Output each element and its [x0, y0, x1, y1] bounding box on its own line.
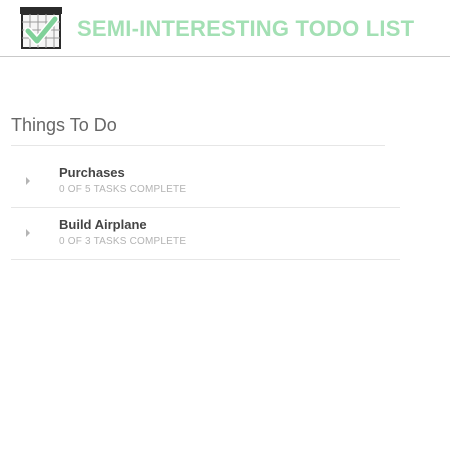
todo-lists: Purchases 0 OF 5 TASKS COMPLETE Build Ai…	[11, 156, 400, 260]
checklist-calendar-icon	[18, 5, 64, 51]
main-content: Things To Do Purchases 0 OF 5 TASKS COMP…	[11, 115, 400, 260]
section-title: Things To Do	[11, 115, 385, 146]
list-item-name[interactable]: Build Airplane	[59, 217, 147, 232]
app-header: SEMI-INTERESTING TODO LIST	[0, 0, 450, 57]
caret-right-icon[interactable]	[26, 229, 30, 237]
app-title: SEMI-INTERESTING TODO LIST	[77, 16, 415, 41]
list-item-status: 0 OF 3 TASKS COMPLETE	[59, 236, 187, 247]
list-item-status: 0 OF 5 TASKS COMPLETE	[59, 184, 187, 195]
list-item-name[interactable]: Purchases	[59, 165, 125, 180]
caret-right-icon[interactable]	[26, 177, 30, 185]
list-item-purchases[interactable]: Purchases 0 OF 5 TASKS COMPLETE	[11, 156, 400, 208]
list-item-build-airplane[interactable]: Build Airplane 0 OF 3 TASKS COMPLETE	[11, 208, 400, 260]
